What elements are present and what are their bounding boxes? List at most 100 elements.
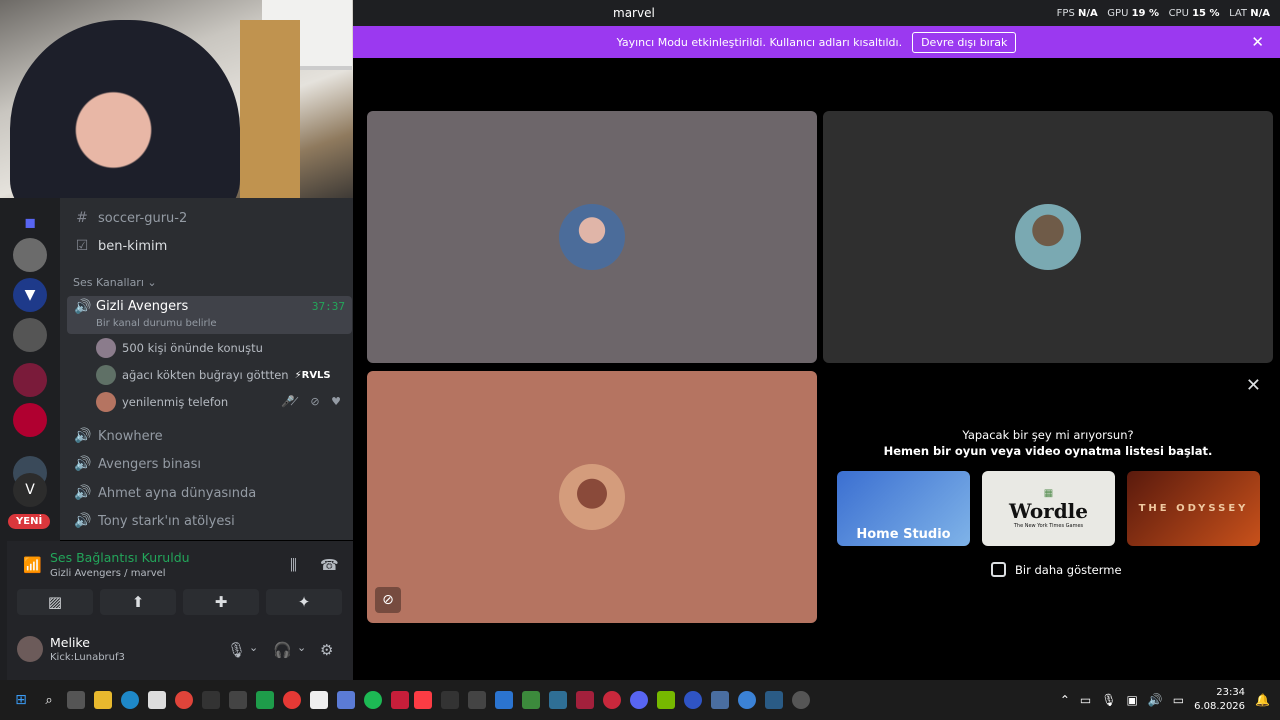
microphone-icon[interactable]: 🎙 <box>1101 693 1116 707</box>
task-view-icon[interactable] <box>67 691 85 709</box>
chrome-icon[interactable] <box>175 691 193 709</box>
app-icon[interactable] <box>495 691 513 709</box>
activity-card-wordle[interactable]: ▦ Wordle The New York Times Games <box>982 471 1115 546</box>
camera-off-button[interactable]: ▨ <box>17 589 93 615</box>
chevron-up-icon[interactable]: ⌃ <box>1060 693 1070 707</box>
clock-date: 6.08.2026 <box>1194 701 1246 712</box>
close-icon[interactable]: ✕ <box>1246 375 1261 396</box>
category-voice-channels[interactable]: Ses Kanalları ⌄ <box>73 276 157 289</box>
close-icon[interactable]: ✕ <box>1251 33 1264 51</box>
avatar <box>1015 204 1081 270</box>
chevron-down-icon[interactable]: ⌄ <box>249 641 258 654</box>
microphone-icon[interactable]: 🎙 <box>227 641 246 659</box>
cpu-value: 15 % <box>1192 8 1220 19</box>
soundboard-button[interactable]: ✦ <box>266 589 342 615</box>
edge-icon[interactable] <box>121 691 139 709</box>
camera-off-icon: ⊘ <box>375 587 401 613</box>
app-icon[interactable] <box>711 691 729 709</box>
headphones-icon[interactable]: 🎧 <box>273 641 292 659</box>
active-voice-channel[interactable]: 🔊 Gizli Avengers 37:37 Bir kanal durumu … <box>67 296 352 334</box>
activity-card-sublabel: The New York Times Games <box>1013 523 1084 529</box>
channel-knowhere[interactable]: 🔊 Knowhere <box>74 424 163 448</box>
battery-icon[interactable]: ▭ <box>1173 693 1184 707</box>
app-icon[interactable] <box>468 691 486 709</box>
steam-icon[interactable] <box>549 691 567 709</box>
app-icon[interactable] <box>738 691 756 709</box>
app-icon[interactable] <box>202 691 220 709</box>
app-icon[interactable] <box>310 691 328 709</box>
avatar <box>559 204 625 270</box>
disconnect-icon[interactable]: ☎ <box>320 556 339 574</box>
signal-icon[interactable]: 📶 <box>23 556 42 574</box>
server-icon[interactable] <box>13 403 47 437</box>
activities-button[interactable]: ✚ <box>183 589 259 615</box>
server-icon[interactable]: ▼ <box>13 278 47 312</box>
banner-text: Yayıncı Modu etkinleştirildi. Kullanıcı … <box>616 35 903 49</box>
noise-suppression-icon[interactable]: ⫼ <box>290 556 297 574</box>
app-icon[interactable] <box>391 691 409 709</box>
notion-icon[interactable] <box>229 691 247 709</box>
avatar[interactable] <box>17 636 43 662</box>
chevron-down-icon[interactable]: ⌄ <box>297 641 306 654</box>
network-icon[interactable]: ▣ <box>1127 693 1138 707</box>
app-icon[interactable] <box>576 691 594 709</box>
channel-ben-kimim[interactable]: ☑ ben-kimim <box>74 234 168 258</box>
participant-tile[interactable]: ⊘ <box>367 371 817 623</box>
voice-status-title[interactable]: Ses Bağlantısı Kuruldu <box>50 550 190 565</box>
activities-icon: ✚ <box>214 593 228 611</box>
notification-icon[interactable]: 🔔 <box>1255 693 1270 707</box>
file-explorer-icon[interactable] <box>94 691 112 709</box>
direct-messages-icon[interactable]: ◼ <box>13 206 47 240</box>
dont-show-again-checkbox[interactable]: Bir daha gösterme <box>991 562 1122 577</box>
screen-share-button[interactable]: ⬆ <box>100 589 176 615</box>
nvidia-icon[interactable] <box>657 691 675 709</box>
user-panel: Melike Kick:Lunabruf3 🎙 ⌄ 🎧 ⌄ ⚙ <box>7 621 353 680</box>
channel-avengers-binasi[interactable]: 🔊 Avengers binası <box>74 452 201 476</box>
spreadsheet-icon[interactable] <box>256 691 274 709</box>
volume-icon[interactable]: 🔊 <box>1148 693 1163 707</box>
app-icon[interactable] <box>684 691 702 709</box>
server-icon[interactable] <box>13 363 47 397</box>
server-icon[interactable] <box>13 238 47 272</box>
activity-card-odyssey[interactable]: THE ODYSSEY <box>1127 471 1260 546</box>
lat-label: LAT <box>1229 8 1248 19</box>
store-icon[interactable] <box>148 691 166 709</box>
voice-member[interactable]: yenilenmiş telefon <box>96 391 228 413</box>
channel-ahmet-ayna[interactable]: 🔊 Ahmet ayna dünyasında <box>74 481 256 505</box>
app-icon[interactable] <box>792 691 810 709</box>
gpu-value: 19 % <box>1131 8 1160 19</box>
checkbox-box[interactable] <box>991 562 1006 577</box>
music-icon[interactable] <box>414 691 432 709</box>
voice-member[interactable]: ağacı kökten buğrayı göttten ⚡RVLS <box>96 364 331 386</box>
participant-tile[interactable] <box>367 111 817 363</box>
server-icon[interactable]: V <box>13 473 47 507</box>
new-badge[interactable]: YENİ <box>8 514 51 529</box>
gear-icon[interactable]: ⚙ <box>320 641 333 659</box>
app-icon[interactable] <box>283 691 301 709</box>
channel-status[interactable]: Bir kanal durumu belirle <box>96 318 217 329</box>
webcam-overlay <box>0 0 353 198</box>
disable-streamer-mode-button[interactable]: Devre dışı bırak <box>912 31 1017 53</box>
app-icon[interactable] <box>522 691 540 709</box>
app-icon[interactable] <box>441 691 459 709</box>
speaker-icon: 🔊 <box>74 456 92 472</box>
participant-tile[interactable] <box>823 111 1273 363</box>
spotify-icon[interactable] <box>364 691 382 709</box>
windows-start-icon[interactable]: ⊞ <box>12 691 30 709</box>
checkbox-label: Bir daha gösterme <box>1015 562 1122 577</box>
webcam-background-door <box>240 20 300 198</box>
app-tray-icon[interactable]: ▭ <box>1080 693 1091 707</box>
clock[interactable]: 23:34 6.08.2026 <box>1194 686 1245 714</box>
user-name[interactable]: Melike <box>50 635 90 650</box>
channel-label: Gizli Avengers <box>96 299 189 314</box>
server-icon[interactable] <box>13 318 47 352</box>
channel-soccer-guru[interactable]: # soccer-guru-2 <box>74 206 187 230</box>
activity-card-home-studio[interactable]: Home Studio <box>837 471 970 546</box>
discord-icon[interactable] <box>630 691 648 709</box>
steam-icon[interactable] <box>765 691 783 709</box>
search-icon[interactable]: ⌕ <box>40 691 58 709</box>
app-icon[interactable] <box>603 691 621 709</box>
app-icon[interactable] <box>337 691 355 709</box>
voice-member[interactable]: 500 kişi önünde konuştu <box>96 337 263 359</box>
channel-tony-stark[interactable]: 🔊 Tony stark'ın atölyesi <box>74 509 235 533</box>
